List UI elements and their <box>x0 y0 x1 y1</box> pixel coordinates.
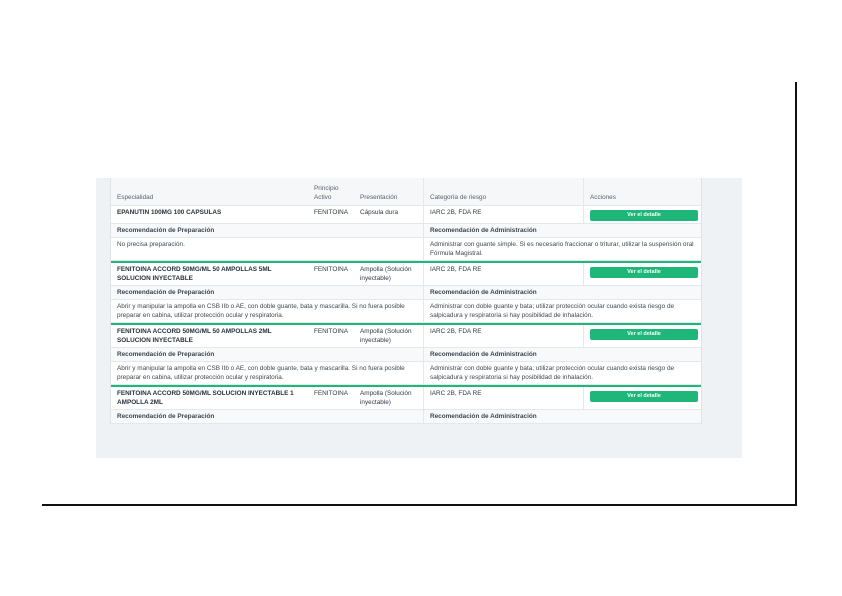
especialidad-cell: FENITOINA ACCORD 50MG/ML 50 AMPOLLAS 2ML… <box>117 328 272 344</box>
categoria-cell: IARC 2B, FDA RE <box>423 325 583 347</box>
header-acciones: Acciones <box>583 178 701 205</box>
administration-header: Recomendación de Administración <box>423 224 701 237</box>
recommendation-row: No precisa preparación. Administrar con … <box>111 238 701 261</box>
acciones-cell: Ver el detalle <box>583 263 701 285</box>
presentacion-cell: Ampolla (Solución inyectable) <box>360 390 412 406</box>
recommendation-header-row: Recomendación de Preparación Recomendaci… <box>111 348 701 362</box>
principio-activo-cell: FENITOINA <box>314 209 348 216</box>
header-categoria: Categoría de riesgo <box>423 178 583 205</box>
principio-activo-cell: FENITOINA <box>314 266 348 273</box>
view-detail-button[interactable]: Ver el detalle <box>590 329 698 340</box>
preparation-text: Abrir y manipular la ampolla en CSB IIb … <box>117 303 405 319</box>
view-detail-button[interactable]: Ver el detalle <box>590 391 698 402</box>
frame-border-right <box>795 82 797 506</box>
principio-activo-cell: FENITOINA <box>314 390 348 397</box>
especialidad-cell: FENITOINA ACCORD 50MG/ML 50 AMPOLLAS 5ML… <box>117 266 272 282</box>
header-presentacion: Presentación <box>360 194 398 201</box>
table-row: FENITOINA ACCORD 50MG/ML 50 AMPOLLAS 5ML… <box>111 261 701 286</box>
view-detail-button[interactable]: Ver el detalle <box>590 267 698 278</box>
results-table: Especialidad Principio Activo Presentaci… <box>110 178 702 424</box>
results-panel: Especialidad Principio Activo Presentaci… <box>96 178 742 458</box>
administration-header: Recomendación de Administración <box>423 348 701 361</box>
recommendation-header-row: Recomendación de Preparación Recomendaci… <box>111 224 701 238</box>
administration-header: Recomendación de Administración <box>423 286 701 299</box>
presentacion-cell: Ampolla (Solución inyectable) <box>360 328 412 344</box>
table-row: FENITOINA ACCORD 50MG/ML 50 AMPOLLAS 2ML… <box>111 323 701 348</box>
administration-header: Recomendación de Administración <box>423 410 701 423</box>
acciones-cell: Ver el detalle <box>583 206 701 223</box>
administration-text: Administrar con doble guante y bata; uti… <box>423 362 701 384</box>
acciones-cell: Ver el detalle <box>583 387 701 409</box>
administration-text: Administrar con doble guante y bata; uti… <box>423 300 701 322</box>
acciones-cell: Ver el detalle <box>583 325 701 347</box>
categoria-cell: IARC 2B, FDA RE <box>423 206 583 223</box>
header-principio-activo: Principio Activo <box>314 185 339 201</box>
administration-text: Administrar con guante simple. Si es nec… <box>423 238 701 260</box>
preparation-header: Recomendación de Preparación <box>117 227 215 234</box>
preparation-text: Abrir y manipular la ampolla en CSB IIb … <box>117 365 405 381</box>
page: Especialidad Principio Activo Presentaci… <box>0 0 842 596</box>
presentacion-cell: Cápsula dura <box>360 209 399 216</box>
recommendation-row: Abrir y manipular la ampolla en CSB IIb … <box>111 362 701 385</box>
recommendation-header-row: Recomendación de Preparación Recomendaci… <box>111 410 701 424</box>
categoria-cell: IARC 2B, FDA RE <box>423 387 583 409</box>
table-row: FENITOINA ACCORD 50MG/ML SOLUCION INYECT… <box>111 385 701 410</box>
preparation-header: Recomendación de Preparación <box>117 289 215 296</box>
header-especialidad: Especialidad <box>117 194 154 201</box>
recommendation-row: Abrir y manipular la ampolla en CSB IIb … <box>111 300 701 323</box>
presentacion-cell: Ampolla (Solución inyectable) <box>360 266 412 282</box>
especialidad-cell: FENITOINA ACCORD 50MG/ML SOLUCION INYECT… <box>117 390 294 406</box>
table-row: EPANUTIN 100MG 100 CAPSULAS FENITOINA Cá… <box>111 206 701 224</box>
recommendation-header-row: Recomendación de Preparación Recomendaci… <box>111 286 701 300</box>
preparation-text: No precisa preparación. <box>117 241 185 248</box>
categoria-cell: IARC 2B, FDA RE <box>423 263 583 285</box>
table-header-row: Especialidad Principio Activo Presentaci… <box>111 178 701 206</box>
principio-activo-cell: FENITOINA <box>314 328 348 335</box>
frame-border-bottom <box>42 504 797 506</box>
view-detail-button[interactable]: Ver el detalle <box>590 210 698 221</box>
preparation-header: Recomendación de Preparación <box>117 351 215 358</box>
preparation-header: Recomendación de Preparación <box>117 413 215 420</box>
especialidad-cell: EPANUTIN 100MG 100 CAPSULAS <box>117 209 222 216</box>
